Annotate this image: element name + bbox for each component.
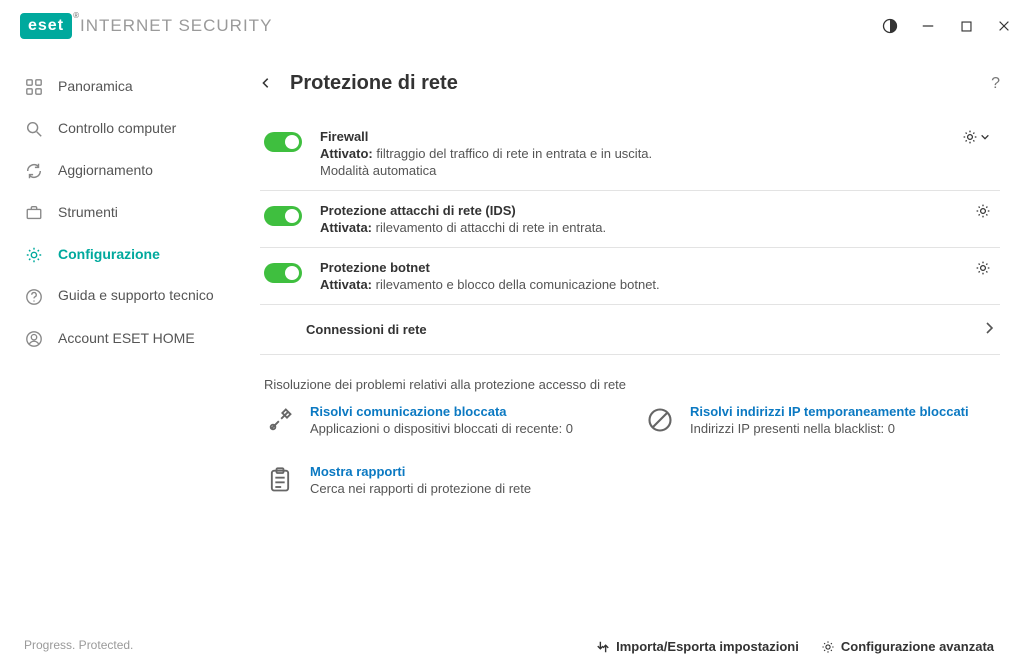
card-title-link[interactable]: Mostra rapporti: [310, 464, 531, 479]
row-title: Protezione botnet: [320, 260, 952, 275]
sidebar-item-setup[interactable]: Configurazione: [0, 234, 240, 276]
sidebar-item-label: Aggiornamento: [58, 162, 153, 180]
brand-subtitle: INTERNET SECURITY: [80, 16, 272, 36]
status-desc: filtraggio del traffico di rete in entra…: [376, 146, 652, 161]
row-botnet: Protezione botnet Attivata: rilevamento …: [260, 248, 1000, 305]
minimize-button[interactable]: [920, 18, 936, 34]
status-label: Attivata:: [320, 220, 372, 235]
main-footer: Importa/Esporta impostazioni Configurazi…: [260, 625, 1000, 670]
import-export-button[interactable]: Importa/Esporta impostazioni: [596, 639, 799, 654]
row-gear-dropdown[interactable]: [956, 129, 996, 145]
wrench-icon: [264, 404, 296, 436]
card-subtitle: Applicazioni o dispositivi bloccati di r…: [310, 421, 573, 436]
chevron-right-icon: [982, 321, 996, 338]
brand: eset ® INTERNET SECURITY: [20, 13, 272, 39]
card-title-link[interactable]: Risolvi indirizzi IP temporaneamente blo…: [690, 404, 969, 419]
status-label: Attivato:: [320, 146, 373, 161]
row-gear-button[interactable]: [970, 260, 996, 276]
grid-icon: [24, 77, 44, 97]
row-text: Protezione attacchi di rete (IDS) Attiva…: [320, 203, 952, 235]
contrast-icon[interactable]: [882, 18, 898, 34]
sidebar-item-overview[interactable]: Panoramica: [0, 66, 240, 108]
briefcase-icon: [24, 203, 44, 223]
card-subtitle: Indirizzi IP presenti nella blacklist: 0: [690, 421, 969, 436]
status-label: Attivata:: [320, 277, 372, 292]
row-status: Attivata: rilevamento e blocco della com…: [320, 277, 952, 292]
card-title-link[interactable]: Risolvi comunicazione bloccata: [310, 404, 573, 419]
page-header: Protezione di rete ?: [260, 66, 1000, 117]
row-extra: Modalità automatica: [320, 163, 938, 178]
card-subtitle: Cerca nei rapporti di protezione di rete: [310, 481, 531, 496]
row-ids: Protezione attacchi di rete (IDS) Attiva…: [260, 191, 1000, 248]
main-content: Protezione di rete ? Firewall Attivato: …: [240, 48, 1024, 670]
sidebar-item-help[interactable]: Guida e supporto tecnico: [0, 276, 240, 318]
magnifier-icon: [24, 119, 44, 139]
sidebar-item-account[interactable]: Account ESET HOME: [0, 318, 240, 360]
gear-icon: [24, 245, 44, 265]
row-title: Protezione attacchi di rete (IDS): [320, 203, 952, 218]
advanced-setup-label: Configurazione avanzata: [841, 639, 994, 654]
row-firewall: Firewall Attivato: filtraggio del traffi…: [260, 117, 1000, 191]
brand-logo-text: eset: [28, 17, 64, 34]
status-desc: rilevamento e blocco della comunicazione…: [376, 277, 660, 292]
row-title: Firewall: [320, 129, 938, 144]
title-bar: eset ® INTERNET SECURITY: [0, 0, 1024, 48]
row-network-connections[interactable]: Connessioni di rete: [260, 305, 1000, 355]
sidebar-item-label: Strumenti: [58, 204, 118, 222]
sidebar: Panoramica Controllo computer Aggiorname…: [0, 48, 240, 670]
page-help-button[interactable]: ?: [991, 75, 1000, 93]
sidebar-item-label: Panoramica: [58, 78, 133, 96]
refresh-icon: [24, 161, 44, 181]
toggle-botnet[interactable]: [264, 263, 302, 283]
sidebar-item-update[interactable]: Aggiornamento: [0, 150, 240, 192]
chevron-down-icon: [980, 132, 990, 142]
user-icon: [24, 329, 44, 349]
clipboard-icon: [264, 464, 296, 496]
row-title: Connessioni di rete: [306, 322, 427, 337]
toggle-firewall[interactable]: [264, 132, 302, 152]
close-button[interactable]: [996, 18, 1012, 34]
row-gear-button[interactable]: [970, 203, 996, 219]
row-status: Attivato: filtraggio del traffico di ret…: [320, 146, 938, 161]
gear-icon: [821, 640, 835, 654]
import-export-label: Importa/Esporta impostazioni: [616, 639, 799, 654]
sidebar-item-computer-scan[interactable]: Controllo computer: [0, 108, 240, 150]
card-blocked-communication: Risolvi comunicazione bloccata Applicazi…: [264, 404, 604, 436]
window-controls: [882, 18, 1012, 34]
brand-registered: ®: [73, 11, 80, 20]
import-export-icon: [596, 640, 610, 654]
sidebar-item-label: Controllo computer: [58, 120, 176, 138]
troubleshoot-cards: Risolvi comunicazione bloccata Applicazi…: [260, 404, 1000, 496]
advanced-setup-button[interactable]: Configurazione avanzata: [821, 639, 994, 654]
row-status: Attivata: rilevamento di attacchi di ret…: [320, 220, 952, 235]
row-text: Protezione botnet Attivata: rilevamento …: [320, 260, 952, 292]
toggle-ids[interactable]: [264, 206, 302, 226]
back-button[interactable]: [260, 77, 274, 91]
sidebar-item-label: Configurazione: [58, 246, 160, 264]
footer-tagline: Progress. Protected.: [0, 620, 240, 670]
blocked-icon: [644, 404, 676, 436]
maximize-button[interactable]: [958, 18, 974, 34]
card-reports: Mostra rapporti Cerca nei rapporti di pr…: [264, 464, 604, 496]
sidebar-item-label: Guida e supporto tecnico: [58, 287, 214, 305]
row-text: Firewall Attivato: filtraggio del traffi…: [320, 129, 938, 178]
status-desc: rilevamento di attacchi di rete in entra…: [376, 220, 607, 235]
page-title: Protezione di rete: [290, 72, 458, 95]
sidebar-item-label: Account ESET HOME: [58, 330, 195, 348]
help-icon: [24, 287, 44, 307]
sidebar-item-tools[interactable]: Strumenti: [0, 192, 240, 234]
troubleshoot-heading: Risoluzione dei problemi relativi alla p…: [264, 377, 1000, 392]
brand-logo: eset ®: [20, 13, 72, 39]
card-blocked-ips: Risolvi indirizzi IP temporaneamente blo…: [644, 404, 984, 436]
